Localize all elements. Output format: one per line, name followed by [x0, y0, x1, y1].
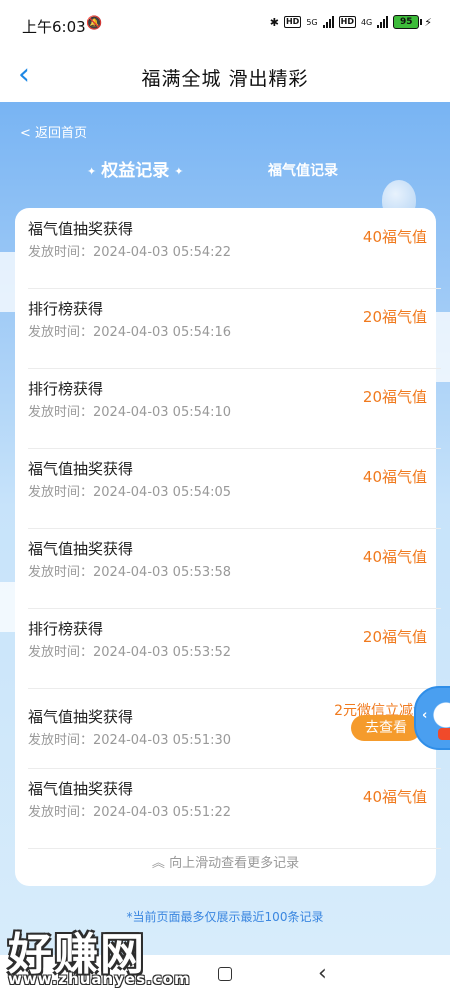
tab-fortune-records[interactable]: 福气值记录 — [268, 160, 338, 180]
record-name: 福气值抽奖获得 — [28, 540, 134, 558]
record-row: 排行榜获得 发放时间：2024-04-03 05:53:52 20福气值 — [28, 608, 441, 689]
record-name: 排行榜获得 — [28, 620, 104, 638]
status-bar: 上午6:03 🔕 ✱ HD 5G HD 4G 95 ⚡ — [0, 0, 450, 52]
record-row: 排行榜获得 发放时间：2024-04-03 05:54:16 20福气值 — [28, 288, 441, 369]
record-name: 福气值抽奖获得 — [28, 780, 134, 798]
sparkle-icon: ✦ — [174, 164, 184, 178]
record-name: 排行榜获得 — [28, 300, 104, 318]
tab-benefit-records-label: 权益记录 — [101, 161, 170, 181]
record-row: 福气值抽奖获得 发放时间：2024-04-03 05:51:22 40福气值 — [28, 768, 441, 849]
bluetooth-icon: ✱ — [269, 15, 279, 29]
view-coupon-button[interactable]: 去查看 — [351, 715, 421, 741]
record-amount: 40福气值 — [362, 468, 427, 486]
page-title: 福满全城 滑出精彩 — [141, 68, 309, 90]
floating-mascot-button[interactable]: ‹ — [414, 686, 450, 750]
record-time: 发放时间：2024-04-03 05:51:30 — [28, 733, 232, 748]
record-time: 发放时间：2024-04-03 05:53:52 — [28, 645, 232, 660]
record-amount: 40福气值 — [362, 548, 427, 566]
recent-apps-icon[interactable] — [218, 967, 232, 981]
record-row: 福气值抽奖获得 发放时间：2024-04-03 05:54:22 40福气值 — [28, 208, 441, 289]
record-amount: 20福气值 — [362, 388, 427, 406]
record-amount: 40福气值 — [362, 788, 427, 806]
nav-bar: ‹ 福满全城 滑出精彩 — [0, 52, 450, 102]
signal-icon-2 — [377, 16, 389, 28]
hd-badge-1: HD — [283, 16, 302, 28]
record-time: 发放时间：2024-04-03 05:51:22 — [28, 805, 232, 820]
back-home-link[interactable]: < 返回首页 — [20, 122, 87, 141]
system-back-icon[interactable]: ‹ — [318, 961, 327, 986]
record-amount: 40福气值 — [362, 228, 427, 246]
record-amount: 20福气值 — [362, 308, 427, 326]
record-time: 发放时间：2024-04-03 05:54:16 — [28, 325, 232, 340]
double-chevron-up-icon: ︽ — [151, 856, 165, 871]
status-time: 上午6:03 — [22, 18, 86, 36]
records-card: 福气值抽奖获得 发放时间：2024-04-03 05:54:22 40福气值 排… — [15, 208, 441, 886]
watermark-url: www.zhuanyes.com — [8, 970, 191, 988]
record-time: 发放时间：2024-04-03 05:54:22 — [28, 245, 232, 260]
record-row: 福气值抽奖获得 发放时间：2024-04-03 05:53:58 40福气值 — [28, 528, 441, 609]
hd-badge-2: HD — [338, 16, 356, 28]
scroll-more-label: 向上滑动查看更多记录 — [169, 856, 300, 871]
record-row: 排行榜获得 发放时间：2024-04-03 05:54:10 20福气值 — [28, 368, 441, 449]
sparkle-icon: ✦ — [87, 164, 97, 178]
status-icons: ✱ HD 5G HD 4G 95 ⚡ — [270, 15, 432, 29]
tab-benefit-records[interactable]: ✦ 权益记录 ✦ — [82, 156, 188, 181]
record-amount: 20福气值 — [362, 628, 427, 646]
record-row: 福气值抽奖获得 发放时间：2024-04-03 05:51:30 2元微信立减金… — [28, 688, 441, 769]
signal-icon-1 — [322, 16, 334, 28]
record-name: 福气值抽奖获得 — [28, 220, 134, 238]
scroll-more-hint: ︽ 向上滑动查看更多记录 — [15, 852, 436, 871]
record-name: 福气值抽奖获得 — [28, 460, 134, 478]
record-time: 发放时间：2024-04-03 05:54:05 — [28, 485, 232, 500]
record-row: 福气值抽奖获得 发放时间：2024-04-03 05:54:05 40福气值 — [28, 448, 441, 529]
battery-icon: 95 — [393, 15, 423, 29]
charging-icon: ⚡ — [424, 15, 432, 29]
chevron-left-icon: ‹ — [422, 708, 428, 723]
mute-icon: 🔕 — [86, 16, 103, 31]
record-name: 排行榜获得 — [28, 380, 104, 398]
record-time: 发放时间：2024-04-03 05:53:58 — [28, 565, 232, 580]
record-time: 发放时间：2024-04-03 05:54:10 — [28, 405, 232, 420]
network-5g-label: 5G — [306, 17, 318, 27]
network-4g-label: 4G — [360, 17, 373, 27]
record-name: 福气值抽奖获得 — [28, 708, 134, 726]
mascot-tag — [438, 728, 450, 740]
watermark-logo: 好赚网 www.zhuanyes.com — [8, 918, 191, 998]
